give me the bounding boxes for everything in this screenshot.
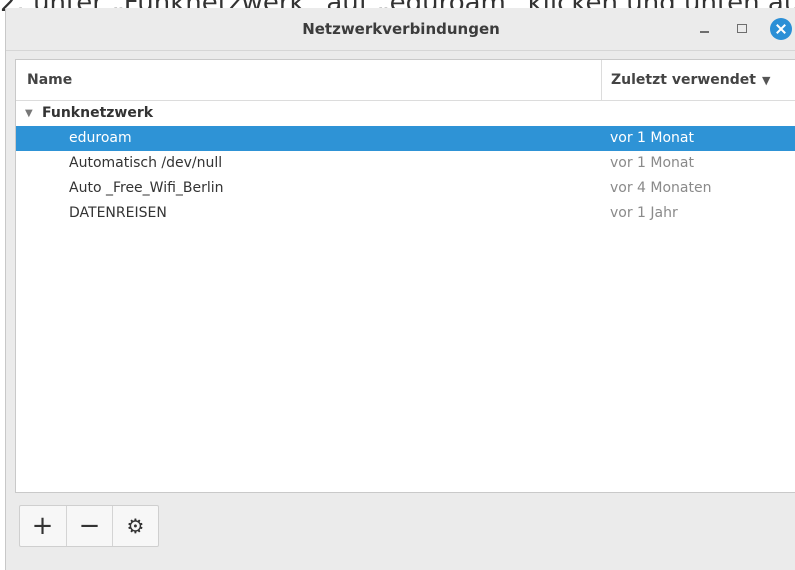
maximize-icon[interactable] [731,18,753,40]
remove-connection-button[interactable]: − [66,506,113,546]
table-header: Name Zuletzt verwendet ▼ [16,60,795,101]
connection-toolbar: + − ⚙ [19,505,159,547]
table-row[interactable]: Auto _Free_Wifi_Berlin vor 4 Monaten [16,176,795,201]
connection-name: Automatisch /dev/null [69,155,223,171]
connection-last-used: vor 1 Monat [610,130,694,146]
connection-name: eduroam [69,130,132,146]
group-row-funknetzwerk[interactable]: ▼ Funknetzwerk [16,101,795,126]
table-row[interactable]: DATENREISEN vor 1 Jahr [16,201,795,226]
column-header-last-used[interactable]: Zuletzt verwendet ▼ [601,60,795,100]
title-bar: Netzwerkverbindungen [6,8,795,51]
sort-descending-icon: ▼ [761,74,771,87]
close-icon[interactable] [770,18,792,40]
group-label: Funknetzwerk [42,105,154,121]
minimize-icon[interactable] [694,18,716,40]
connections-list: Name Zuletzt verwendet ▼ ▼ Funknetzwerk e… [15,59,795,493]
connection-last-used: vor 1 Monat [610,155,694,171]
connection-last-used: vor 4 Monaten [610,180,712,196]
add-connection-button[interactable]: + [20,506,65,546]
table-row[interactable]: Automatisch /dev/null vor 1 Monat [16,151,795,176]
table-row[interactable]: eduroam vor 1 Monat [16,126,795,151]
connection-name: Auto _Free_Wifi_Berlin [69,180,224,196]
network-connections-window: Netzwerkverbindungen Name Zuletzt verwen… [5,8,795,570]
column-header-name[interactable]: Name [16,60,601,100]
expander-icon[interactable]: ▼ [25,101,33,126]
gear-icon[interactable]: ⚙ [113,506,158,546]
window-title: Netzwerkverbindungen [302,20,500,38]
connection-name: DATENREISEN [69,205,167,221]
connection-last-used: vor 1 Jahr [610,205,678,221]
column-header-last-used-label: Zuletzt verwendet [611,72,756,88]
